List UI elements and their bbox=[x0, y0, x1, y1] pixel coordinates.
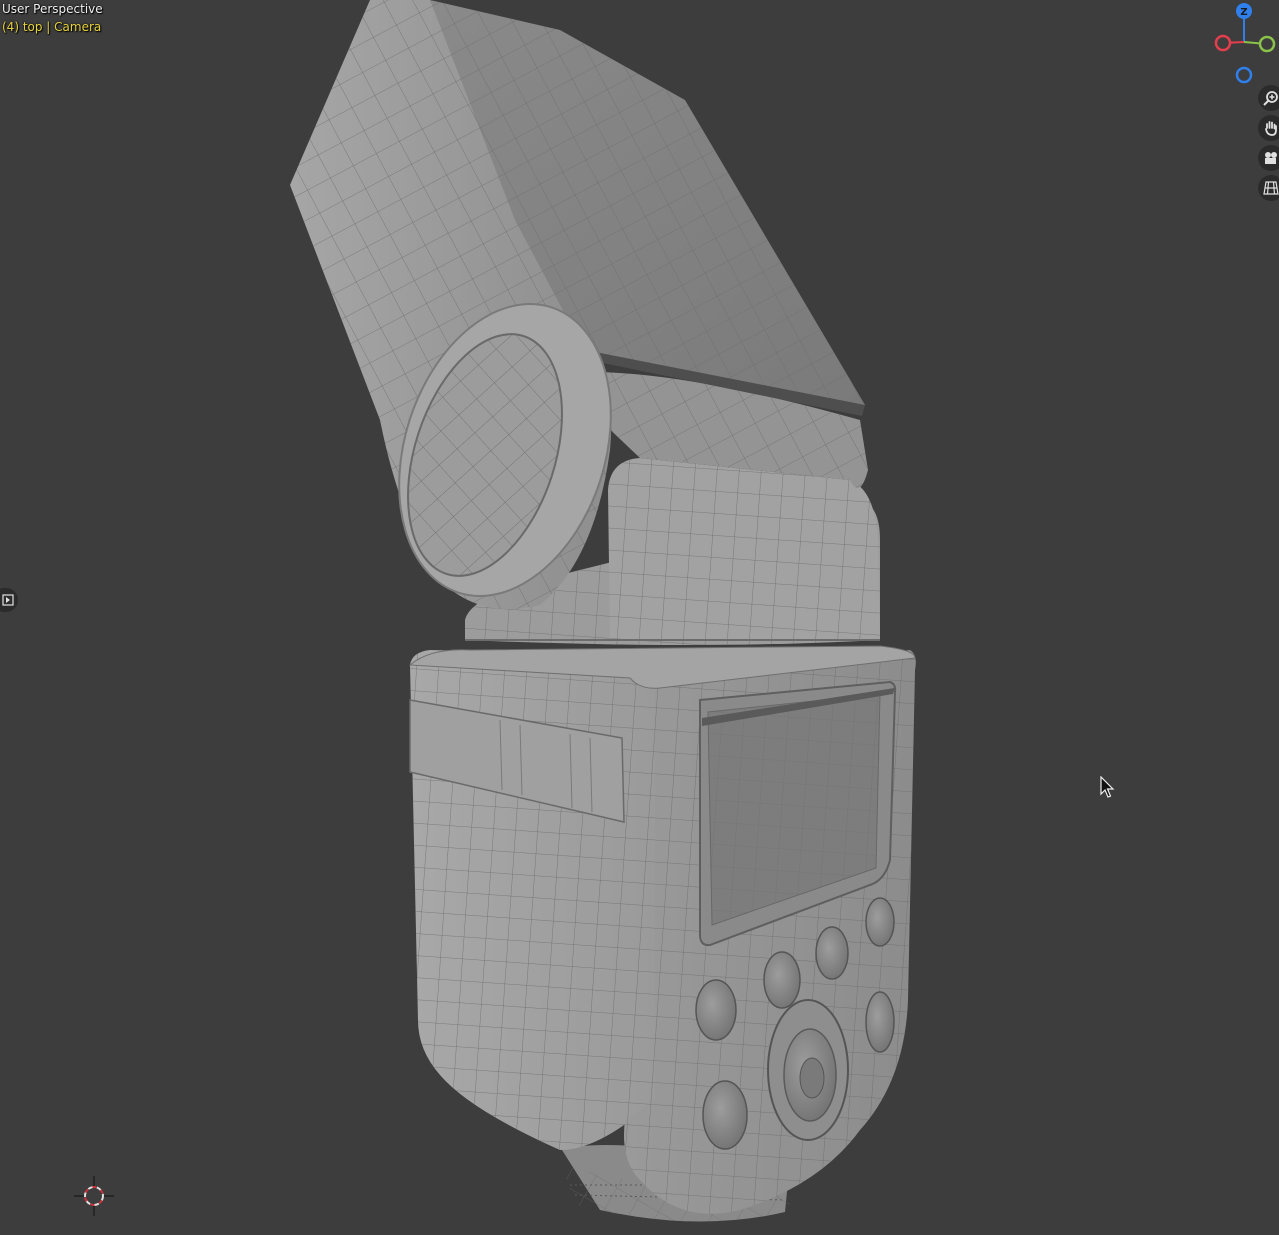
navigation-gizmo[interactable]: Z bbox=[1205, 0, 1279, 90]
3d-cursor-icon bbox=[74, 1176, 114, 1216]
zoom-button[interactable] bbox=[1258, 85, 1279, 111]
view-info-label: (4) top | Camera bbox=[2, 20, 102, 34]
pan-button[interactable] bbox=[1258, 115, 1279, 141]
camera-view-button[interactable] bbox=[1258, 145, 1279, 171]
camera-icon bbox=[1265, 152, 1277, 164]
z-axis-label: Z bbox=[1240, 7, 1247, 18]
grid-icon bbox=[1263, 181, 1279, 195]
magnifier-plus-icon bbox=[1263, 91, 1278, 106]
toolbar-icon bbox=[2, 594, 14, 606]
y-axis-handle[interactable] bbox=[1258, 35, 1276, 53]
neg-z-axis-handle[interactable] bbox=[1235, 66, 1253, 84]
3d-viewport[interactable]: User Perspective (4) top | Camera Z bbox=[0, 0, 1279, 1235]
3d-scene-flash-model[interactable] bbox=[0, 0, 1279, 1235]
x-axis-handle[interactable] bbox=[1214, 34, 1232, 52]
hand-icon bbox=[1265, 121, 1277, 136]
mouse-pointer-icon bbox=[1100, 776, 1115, 798]
view-name-label: User Perspective bbox=[2, 2, 103, 16]
ortho-toggle-button[interactable] bbox=[1258, 175, 1279, 201]
